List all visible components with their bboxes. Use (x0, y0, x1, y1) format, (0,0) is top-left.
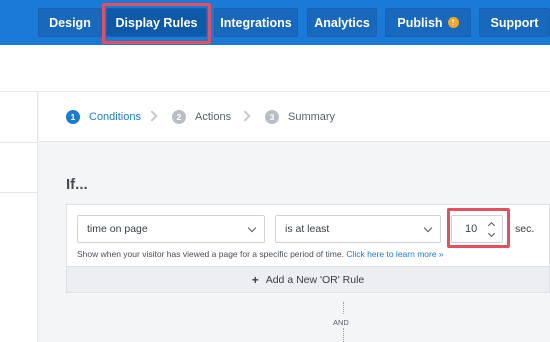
condition-select-value: time on page (87, 223, 148, 235)
plus-icon: + (251, 272, 259, 287)
connector-line (343, 302, 344, 314)
sidebar-divider (0, 142, 38, 143)
nav-design-label: Design (49, 15, 91, 30)
learn-more-link[interactable]: Click here to learn more » (346, 249, 443, 259)
nav-support-label: Support (490, 15, 539, 30)
step-label: Actions (195, 111, 232, 123)
operator-select-value: is at least (285, 223, 330, 235)
nav-support-button[interactable]: Support (479, 8, 550, 37)
help-text: Show when your visitor has viewed a page… (77, 249, 444, 259)
nav-analytics-label: Analytics (314, 15, 370, 30)
display-rules-highlight (102, 3, 211, 44)
step-actions[interactable]: 2 Actions (172, 110, 231, 124)
nav-integrations-label: Integrations (220, 15, 292, 30)
publish-warning-badge: ! (447, 17, 459, 28)
step-number: 3 (265, 110, 279, 124)
nav-analytics-button[interactable]: Analytics (307, 8, 377, 37)
add-or-rule-button[interactable]: + Add a New 'OR' Rule (66, 266, 550, 293)
step-number: 2 (172, 110, 186, 124)
step-label: Summary (288, 111, 336, 123)
chevron-down-icon (423, 223, 433, 233)
chevron-down-icon (247, 223, 257, 233)
help-description: Show when your visitor has viewed a page… (77, 249, 344, 259)
if-heading: If... (66, 176, 88, 193)
condition-select[interactable]: time on page (77, 215, 265, 243)
unit-label: sec. (515, 223, 535, 235)
step-summary[interactable]: 3 Summary (265, 110, 335, 124)
toolbar-area (0, 45, 550, 92)
nav-publish-label: Publish (397, 15, 443, 30)
nav-integrations-button[interactable]: Integrations (214, 8, 298, 37)
chevron-right-icon (239, 110, 251, 122)
top-navigation: Design Display Rules Integrations Analyt… (0, 0, 550, 45)
value-input-highlight (447, 208, 510, 248)
step-conditions[interactable]: 1 Conditions (66, 110, 141, 124)
operator-select[interactable]: is at least (275, 215, 441, 243)
step-label: Conditions (89, 111, 141, 123)
sidebar-divider (0, 192, 38, 193)
nav-publish-button[interactable]: Publish! (385, 8, 471, 37)
nav-design-button[interactable]: Design (38, 8, 102, 37)
step-number: 1 (66, 110, 80, 124)
steps-bar: 1 Conditions 2 Actions 3 Summary (39, 92, 550, 142)
add-or-rule-label: Add a New 'OR' Rule (265, 273, 365, 286)
left-sidebar (0, 92, 38, 342)
and-connector-label: AND (333, 318, 349, 327)
chevron-right-icon (146, 110, 158, 122)
connector-line (343, 328, 344, 342)
